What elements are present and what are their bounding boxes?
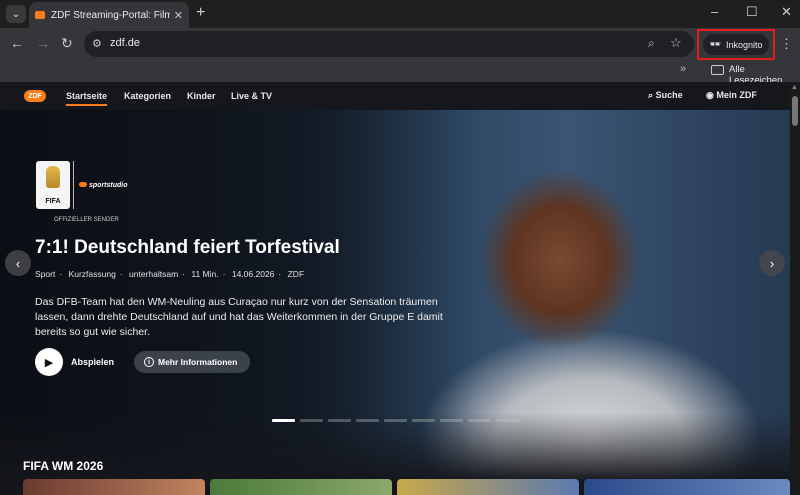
play-label[interactable]: Abspielen (71, 357, 114, 367)
scroll-up-icon[interactable]: ▲ (791, 84, 798, 91)
minimize-icon[interactable]: – (711, 4, 718, 19)
account-button[interactable]: ◉ Mein ZDF (706, 90, 757, 101)
trophy-icon (46, 166, 60, 188)
tab-strip: ⌄ ZDF Streaming-Portal: Filme, Se ✕ + – … (0, 0, 800, 28)
badge-divider (73, 161, 74, 209)
teaser-card[interactable] (397, 479, 579, 495)
new-tab-button[interactable]: + (196, 4, 205, 22)
incognito-highlight: 🕶 Inkognito (697, 29, 775, 60)
bookmarks-bar: » Alle Lesezeichen (0, 60, 800, 86)
browser-menu-icon[interactable]: ⋮ (780, 36, 793, 52)
bookmark-star-icon[interactable]: ☆ (670, 35, 682, 51)
section-title: FIFA WM 2026 (23, 459, 104, 473)
official-broadcaster-label: OFFIZIELLER SENDER (54, 217, 119, 223)
browser-toolbar: ← → ↻ ⚙ zdf.de ⌕ ☆ 🕶 Inkognito ⋮ (0, 28, 800, 60)
incognito-icon: 🕶 (709, 39, 721, 49)
play-button[interactable]: ▶ (35, 348, 63, 376)
tab-close-icon[interactable]: ✕ (174, 9, 183, 22)
carousel-indicators (272, 419, 519, 422)
maximize-icon[interactable]: ☐ (746, 4, 758, 20)
folder-icon (711, 65, 724, 75)
carousel-prev-button[interactable]: ‹ (5, 250, 31, 276)
teaser-card[interactable] (584, 479, 790, 495)
incognito-label: Inkognito (725, 39, 763, 50)
carousel-dot[interactable] (328, 419, 351, 422)
carousel-dot[interactable] (440, 419, 463, 422)
play-icon: ▶ (44, 356, 54, 369)
carousel-dot[interactable] (300, 419, 323, 422)
tab-search-icon[interactable]: ⌄ (6, 5, 26, 23)
carousel-dot[interactable] (272, 419, 295, 422)
carousel-next-button[interactable]: › (759, 250, 785, 276)
tab-title: ZDF Streaming-Portal: Filme, Se (51, 9, 170, 21)
site-navigation: ZDF Startseite Kategorien Kinder Live & … (0, 82, 790, 110)
nav-kinder[interactable]: Kinder (187, 91, 216, 101)
carousel-dot[interactable] (496, 419, 519, 422)
hero-description: Das DFB-Team hat den WM-Neuling aus Cura… (35, 296, 443, 338)
sportstudio-logo: sportstudio (79, 182, 128, 189)
info-icon: i (144, 357, 154, 367)
nav-startseite[interactable]: Startseite (66, 91, 108, 106)
search-label: Suche (655, 90, 683, 100)
reload-icon[interactable]: ↻ (61, 35, 73, 52)
page-content: ZDF Startseite Kategorien Kinder Live & … (0, 82, 790, 495)
site-info-icon[interactable]: ⚙ (92, 37, 102, 50)
forward-icon[interactable]: → (36, 35, 50, 51)
nav-kategorien[interactable]: Kategorien (124, 91, 171, 101)
hero-meta: Sport · Kurzfassung · unterhaltsam · 11 Min… (35, 269, 305, 279)
nav-live-tv[interactable]: Live & TV (231, 91, 272, 101)
incognito-button[interactable]: 🕶 Inkognito (703, 34, 769, 55)
carousel-dot[interactable] (356, 419, 379, 422)
bookmarks-overflow-icon[interactable]: » (680, 63, 686, 75)
url-text[interactable]: zdf.de (110, 37, 140, 49)
teaser-card[interactable] (23, 479, 205, 495)
user-icon: ◉ (706, 90, 714, 100)
zoom-icon[interactable]: ⌕ (648, 36, 655, 51)
carousel-dot[interactable] (412, 419, 435, 422)
page-scrollbar[interactable]: ▲ (790, 82, 800, 495)
carousel-dot[interactable] (468, 419, 491, 422)
search-button[interactable]: ⌕ Suche (648, 90, 683, 101)
address-bar[interactable]: ⚙ zdf.de ⌕ ☆ (84, 31, 694, 57)
more-info-button[interactable]: i Mehr Informationen (134, 351, 250, 373)
chevron-right-icon: › (769, 255, 775, 271)
chevron-left-icon: ‹ (15, 255, 21, 271)
account-label: Mein ZDF (716, 90, 757, 100)
teaser-card[interactable] (210, 479, 392, 495)
back-icon[interactable]: ← (10, 35, 24, 51)
more-info-label: Mehr Informationen (158, 357, 238, 367)
search-icon: ⌕ (648, 90, 654, 100)
hero-title: 7:1! Deutschland feiert Torfestival (35, 237, 340, 258)
zdf-favicon-icon (35, 11, 45, 19)
window-close-icon[interactable]: ✕ (781, 4, 792, 20)
zdf-logo[interactable]: ZDF (24, 90, 46, 102)
scrollbar-thumb[interactable] (792, 96, 798, 126)
carousel-dot[interactable] (384, 419, 407, 422)
browser-tab[interactable]: ZDF Streaming-Portal: Filme, Se ✕ (29, 2, 189, 28)
